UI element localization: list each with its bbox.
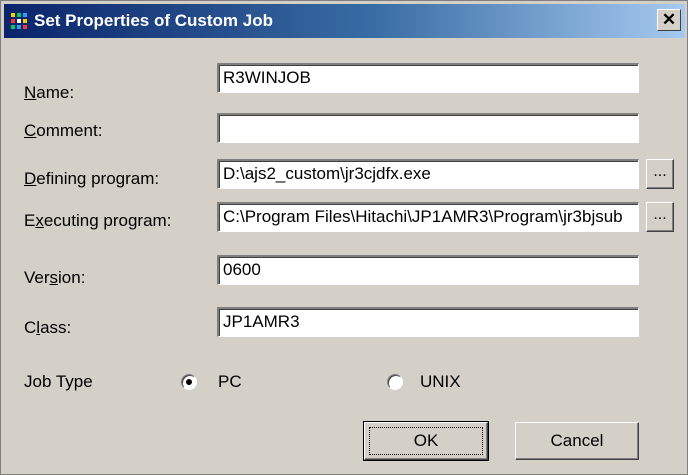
- comment-label: Comment:: [24, 121, 103, 140]
- close-icon[interactable]: ✕: [657, 9, 681, 31]
- comment-input[interactable]: [217, 113, 639, 143]
- executing-program-input[interactable]: C:\Program Files\Hitachi\JP1AMR3\Program…: [217, 202, 639, 232]
- defining-program-input[interactable]: D:\ajs2_custom\jr3cjdfx.exe: [217, 159, 639, 189]
- cancel-button-label: Cancel: [550, 431, 604, 450]
- custom-job-dialog: Set Properties of Custom Job ✕ Name: R3W…: [0, 0, 688, 475]
- title-bar[interactable]: Set Properties of Custom Job ✕: [4, 4, 685, 38]
- executing-program-label: Executing program:: [24, 211, 172, 230]
- ok-button[interactable]: OK: [363, 421, 489, 461]
- version-input[interactable]: 0600: [217, 255, 639, 285]
- job-type-unix-radio[interactable]: [387, 374, 403, 390]
- cancel-button[interactable]: Cancel: [515, 422, 639, 460]
- name-input[interactable]: R3WINJOB: [217, 63, 639, 93]
- defining-program-browse-button[interactable]: ...: [646, 159, 674, 189]
- version-label: Version:: [24, 268, 86, 287]
- name-label: Name:: [24, 83, 75, 102]
- window-title: Set Properties of Custom Job: [34, 11, 273, 30]
- job-type-pc-label[interactable]: PC: [218, 372, 242, 392]
- app-icon: [11, 13, 27, 29]
- job-type-unix-label[interactable]: UNIX: [420, 372, 461, 392]
- defining-program-label: Defining program:: [24, 169, 160, 188]
- job-type-label: Job Type: [24, 372, 93, 391]
- class-input[interactable]: JP1AMR3: [217, 307, 639, 337]
- class-label: Class:: [24, 318, 72, 337]
- job-type-pc-radio[interactable]: [181, 374, 197, 390]
- radio-selected-dot: [186, 379, 192, 385]
- focus-rectangle: [369, 427, 483, 455]
- executing-program-browse-button[interactable]: ...: [646, 202, 674, 232]
